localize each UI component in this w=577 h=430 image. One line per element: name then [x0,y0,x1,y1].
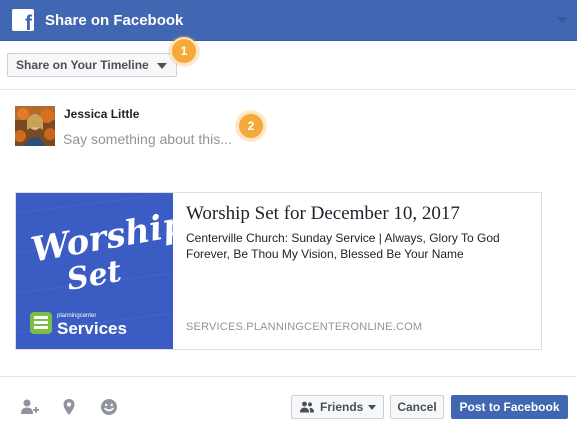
avatar [15,106,55,146]
title-chevron-down-icon[interactable] [557,17,567,23]
audience-label: Friends [320,400,364,414]
dialog-title: Share on Facebook [45,12,184,29]
share-target-dropdown[interactable]: Share on Your Timeline [7,53,177,77]
audience-selector-button[interactable]: Friends [291,395,384,419]
composer-user-name[interactable]: Jessica Little [64,107,139,121]
facebook-logo-letter: f [25,12,32,31]
callout-badge-2: 2 [237,112,265,140]
tag-friends-icon[interactable] [19,397,39,417]
facebook-logo-icon: f [12,9,34,31]
divider-top [0,89,577,90]
link-description: Centerville Church: Sunday Service | Alw… [186,231,500,261]
chevron-down-icon [368,405,376,410]
status-message-input[interactable] [63,128,243,150]
card-image-brand-large: Services [57,319,127,338]
friends-icon [300,401,314,413]
chevron-down-icon [157,63,167,69]
share-target-label: Share on Your Timeline [16,58,149,72]
link-title[interactable]: Worship Set for December 10, 2017 [186,203,460,225]
dialog-titlebar: f Share on Facebook [0,0,577,41]
divider-bottom [0,376,577,377]
feeling-emoji-icon[interactable] [99,397,119,417]
link-preview-card[interactable]: Worship Set planningcenter Services Wors… [15,192,542,350]
post-to-facebook-button[interactable]: Post to Facebook [451,395,568,419]
link-domain: SERVICES.PLANNINGCENTERONLINE.COM [186,321,423,333]
cancel-button[interactable]: Cancel [390,395,444,419]
link-preview-image: Worship Set planningcenter Services [16,193,173,349]
callout-badge-1: 1 [170,37,198,65]
location-pin-icon[interactable] [59,397,79,417]
